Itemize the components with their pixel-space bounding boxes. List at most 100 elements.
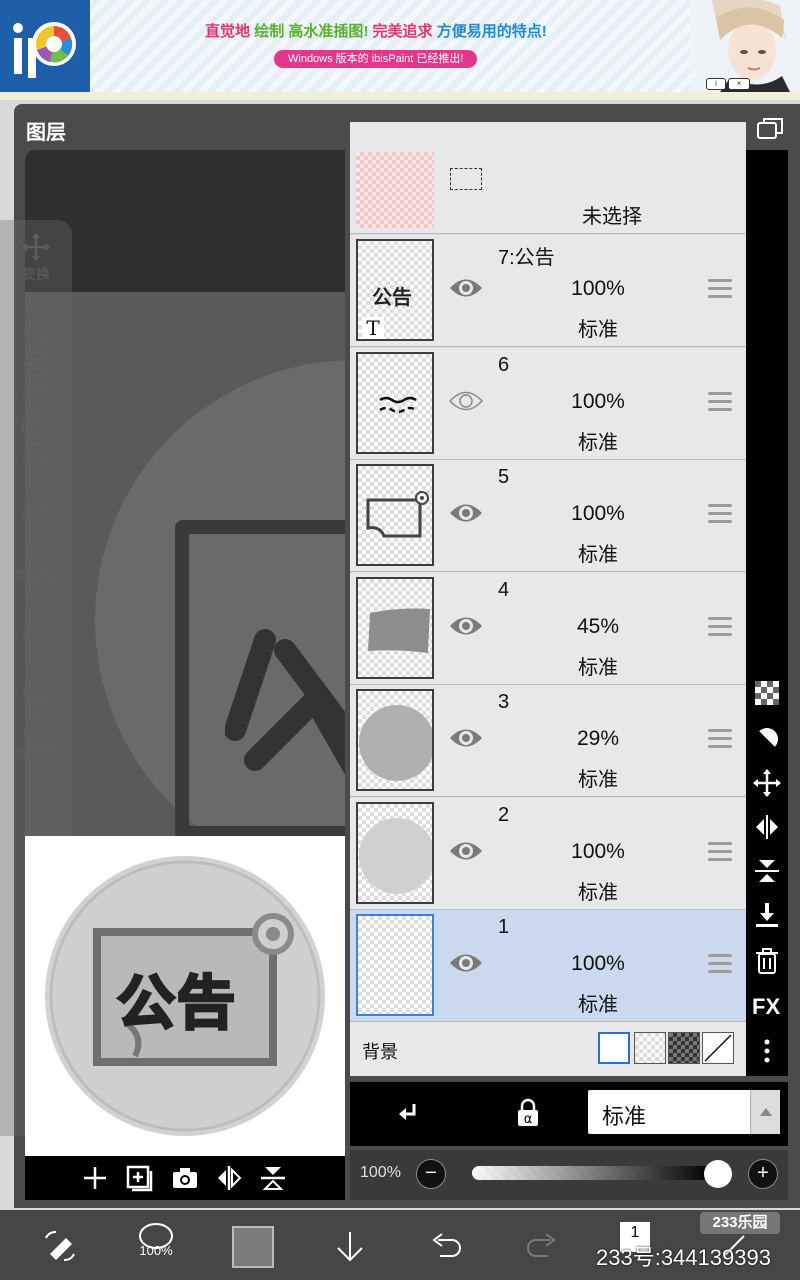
layer-row[interactable]: 5 100% 标准	[350, 460, 746, 572]
layer-opacity: 100%	[571, 389, 625, 413]
layer-row[interactable]: 1 100% 标准	[350, 910, 746, 1022]
tool-switch-icon[interactable]	[42, 1228, 78, 1264]
arrow-down-icon[interactable]	[332, 1228, 368, 1264]
tool-eraser[interactable]: 橡皮擦	[0, 532, 72, 584]
drag-handle-icon[interactable]	[708, 391, 732, 412]
bg-white-swatch[interactable]	[598, 1032, 630, 1064]
layer-row[interactable]: 公告 T 7:公告 100% 标准	[350, 235, 746, 347]
opacity-slider[interactable]	[472, 1166, 712, 1180]
tool-blur[interactable]: 模糊	[0, 652, 72, 704]
redo-icon[interactable]	[524, 1228, 560, 1264]
tool-magic-wand[interactable]: 魔棒	[0, 292, 72, 344]
bg-checker-dark-swatch[interactable]	[668, 1032, 700, 1064]
layer-name: 5	[498, 466, 510, 488]
maximize-icon[interactable]	[756, 116, 784, 145]
layer-thumbnail[interactable]: 公告 T	[356, 239, 434, 341]
layer-blend-mode: 标准	[578, 994, 618, 1016]
brush-icon	[24, 473, 49, 500]
layer-thumbnail[interactable]	[356, 464, 434, 566]
layer-row[interactable]: 2 100% 标准	[350, 797, 746, 910]
preview-toolbar	[25, 1156, 345, 1200]
eye-icon[interactable]	[448, 838, 484, 864]
layer-row[interactable]: 3 29% 标准	[350, 685, 746, 797]
eye-icon[interactable]	[448, 950, 484, 976]
flip-layer-horizontal-icon[interactable]	[752, 812, 782, 842]
tool-label: 模糊	[22, 686, 50, 702]
layer-thumbnail[interactable]	[356, 801, 434, 904]
background-row[interactable]: 背景	[350, 1022, 746, 1076]
tool-brush[interactable]: 画笔	[0, 472, 72, 524]
opacity-increase-button[interactable]: +	[748, 1159, 778, 1189]
opacity-bar: 100% − +	[350, 1150, 788, 1200]
layer-name: 4	[498, 578, 510, 601]
layer-blend-mode: 标准	[578, 544, 618, 566]
opacity-decrease-button[interactable]: −	[416, 1159, 446, 1189]
checker-icon[interactable]	[752, 678, 782, 708]
drag-handle-icon[interactable]	[708, 954, 732, 974]
layer-row[interactable]: 4 45% 标准	[350, 572, 746, 685]
drag-handle-icon[interactable]	[708, 616, 732, 637]
flip-vertical-icon[interactable]	[259, 1164, 287, 1192]
drag-handle-icon[interactable]	[708, 279, 732, 299]
layer-opacity: 100%	[571, 277, 625, 300]
eye-icon[interactable]	[448, 613, 484, 639]
preview-text: 公告	[115, 970, 238, 1038]
blend-bar: α 标准	[350, 1082, 788, 1146]
clip-mask-icon[interactable]	[752, 724, 782, 754]
selection-label: 未选择	[582, 206, 642, 228]
layer-row[interactable]: 6 100% 标准	[350, 347, 746, 460]
selection-thumb	[356, 152, 434, 228]
ibispaint-logo	[0, 0, 90, 92]
ad-banner[interactable]: 直觉地 绘制 高水准插图! 完美追求 方便易用的特点! Windows 版本的 …	[0, 0, 800, 92]
layer-thumbnail[interactable]	[356, 689, 434, 791]
camera-icon[interactable]	[171, 1164, 199, 1192]
alpha-lock-icon[interactable]: α	[514, 1098, 542, 1128]
fx-icon[interactable]: FX	[752, 992, 782, 1022]
selection-layer-row[interactable]: 未选择	[350, 122, 746, 234]
merge-down-icon[interactable]	[752, 900, 782, 930]
bg-transparent-swatch[interactable]	[702, 1032, 734, 1064]
eye-icon[interactable]	[448, 275, 484, 301]
tool-fx[interactable]: FX 滤镜	[0, 412, 72, 464]
tool-move[interactable]: 变换	[0, 232, 72, 284]
tool-label: 涂抹	[22, 626, 50, 642]
selection-marquee-icon	[450, 168, 482, 190]
eye-icon[interactable]	[448, 500, 484, 526]
layer-thumbnail[interactable]	[356, 351, 434, 454]
layer-thumbnail[interactable]	[356, 576, 434, 679]
layer-opacity: 100%	[571, 502, 625, 525]
ad-info-icon[interactable]: i	[706, 78, 726, 90]
move-layer-icon[interactable]	[752, 768, 782, 798]
flip-horizontal-icon[interactable]	[215, 1164, 243, 1192]
undo-icon[interactable]	[428, 1228, 464, 1264]
color-swatch[interactable]	[232, 1226, 274, 1268]
bg-checker-light-swatch[interactable]	[634, 1032, 666, 1064]
trash-icon[interactable]	[752, 946, 782, 976]
clipping-icon[interactable]	[394, 1100, 422, 1128]
flip-layer-vertical-icon[interactable]	[752, 856, 782, 886]
tool-label: 变换	[22, 266, 50, 282]
add-canvas-icon[interactable]	[125, 1164, 153, 1192]
tool-bucket[interactable]: 油漆桶	[0, 712, 72, 764]
blend-mode-select[interactable]: 标准	[588, 1090, 780, 1134]
add-icon[interactable]	[81, 1164, 109, 1192]
tool-lasso[interactable]: 套索	[0, 352, 72, 404]
canvas-margin	[25, 150, 345, 292]
drag-handle-icon[interactable]	[708, 729, 732, 749]
blend-mode-value: 标准	[602, 1104, 647, 1129]
eye-icon[interactable]	[448, 725, 484, 751]
drag-handle-icon[interactable]	[708, 504, 732, 524]
bucket-icon	[24, 716, 47, 740]
drag-handle-icon[interactable]	[708, 841, 732, 862]
preview-window[interactable]: 公告	[25, 836, 345, 1156]
eye-off-icon[interactable]	[448, 388, 484, 414]
opacity-slider-knob[interactable]	[704, 1160, 732, 1188]
watermark-badge: 233乐园	[700, 1212, 780, 1234]
ad-close-icon[interactable]: ×	[728, 78, 750, 90]
layer-thumbnail[interactable]	[356, 914, 434, 1016]
more-options-icon[interactable]	[752, 1036, 782, 1066]
tool-smudge[interactable]: 涂抹	[0, 592, 72, 644]
brush-size-button[interactable]: 100%	[136, 1220, 176, 1268]
layer-list[interactable]: 未选择 公告 T 7:公告 100% 标准 6 100% 标准 5 100% 标准 4 45% 标准 3 29…	[350, 122, 746, 1076]
tool-label: 套索	[22, 386, 50, 402]
